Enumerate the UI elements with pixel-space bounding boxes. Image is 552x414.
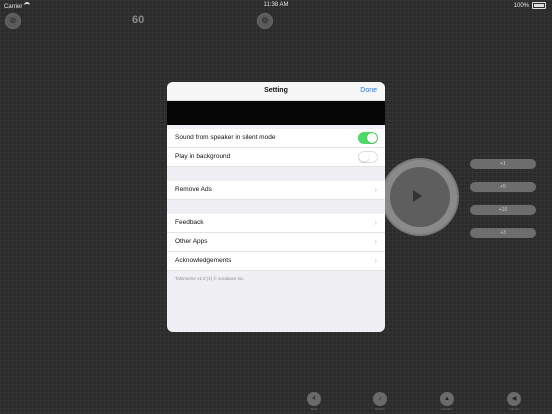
variation-button[interactable]: ▲ Variation bbox=[437, 392, 457, 411]
variation-label: Variation bbox=[441, 407, 453, 411]
silent-mode-label: Sound from speaker in silent mode bbox=[175, 134, 276, 141]
chevron-right-icon: › bbox=[374, 237, 377, 246]
variation-icon: ▲ bbox=[440, 392, 454, 406]
rhythm-icon: ♪ bbox=[373, 392, 387, 406]
tempo-plus-5-button[interactable]: +5 bbox=[470, 182, 536, 192]
acknowledgements-row[interactable]: Acknowledgements › bbox=[167, 252, 385, 271]
version-footer: Taktmeme v1.0 (4) © sorakaze inc. bbox=[175, 276, 245, 281]
other-apps-row[interactable]: Other Apps › bbox=[167, 233, 385, 252]
feedback-label: Feedback bbox=[175, 219, 204, 226]
status-time: 11:38 AM bbox=[263, 2, 289, 8]
volume-label: Volume bbox=[508, 407, 519, 411]
acknowledgements-label: Acknowledgements bbox=[175, 257, 232, 264]
chevron-right-icon: › bbox=[374, 256, 377, 265]
beat-icon: 4 bbox=[307, 392, 321, 406]
background-play-label: Play in background bbox=[175, 153, 231, 160]
tempo-plus-3-button[interactable]: +3 bbox=[470, 228, 536, 238]
battery-status: 100% bbox=[514, 2, 546, 9]
beat-button[interactable]: 4 Beat bbox=[304, 392, 324, 411]
background-play-row: Play in background bbox=[167, 148, 385, 167]
play-knob[interactable] bbox=[383, 158, 457, 238]
remove-ads-row[interactable]: Remove Ads › bbox=[167, 181, 385, 200]
tempo-plus-10-button[interactable]: +10 bbox=[470, 205, 536, 215]
tempo-plus-1-button[interactable]: +1 bbox=[470, 159, 536, 169]
background-play-toggle[interactable] bbox=[358, 151, 378, 163]
volume-icon: ◀ bbox=[507, 392, 521, 406]
settings-gear-icon[interactable]: ⚙ bbox=[257, 13, 273, 29]
status-bar: Carrier 11:38 AM 100% bbox=[0, 0, 552, 10]
other-apps-label: Other Apps bbox=[175, 238, 208, 245]
silent-mode-toggle[interactable] bbox=[358, 132, 378, 144]
battery-icon bbox=[532, 2, 546, 9]
silent-mode-row: Sound from speaker in silent mode bbox=[167, 129, 385, 148]
beat-label: Beat bbox=[310, 407, 318, 411]
clear-icon[interactable]: ⊘ bbox=[5, 13, 21, 29]
settings-nav-bar: Setting Done bbox=[167, 82, 385, 101]
remove-ads-label: Remove Ads bbox=[175, 186, 212, 193]
chevron-right-icon: › bbox=[374, 185, 377, 194]
done-button[interactable]: Done bbox=[360, 87, 377, 94]
rhythm-label: Rhythm bbox=[374, 407, 386, 411]
ad-banner[interactable] bbox=[167, 101, 385, 125]
rhythm-button[interactable]: ♪ Rhythm bbox=[370, 392, 390, 411]
play-icon bbox=[413, 190, 422, 202]
chevron-right-icon: › bbox=[374, 218, 377, 227]
settings-title: Setting bbox=[264, 87, 288, 94]
bpm-display[interactable]: 60 bbox=[132, 14, 144, 26]
settings-modal: Setting Done Sound from speaker in silen… bbox=[167, 82, 385, 332]
volume-button[interactable]: ◀ Volume bbox=[504, 392, 524, 411]
feedback-row[interactable]: Feedback › bbox=[167, 214, 385, 233]
